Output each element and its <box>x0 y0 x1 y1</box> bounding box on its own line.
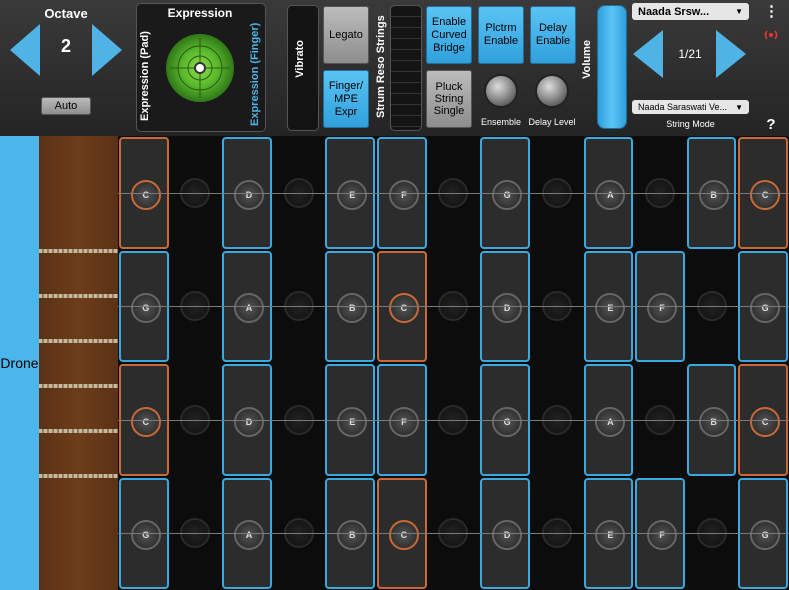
drone-strings-panel <box>39 136 118 590</box>
octave-title: Octave <box>44 6 88 21</box>
note-label: F <box>646 293 677 324</box>
note-label: A <box>595 406 626 437</box>
more-icon[interactable]: ⋮ <box>764 2 779 20</box>
note-label: D <box>234 406 265 437</box>
octave-value: 2 <box>60 36 71 56</box>
note-label: G <box>750 520 781 551</box>
note-label: C <box>130 406 161 437</box>
note-label: D <box>234 179 265 210</box>
preset-prev-arrow-icon[interactable] <box>633 30 663 78</box>
note-label: F <box>388 179 419 210</box>
drone-string[interactable] <box>39 384 118 388</box>
chevron-down-icon: ▼ <box>735 7 743 16</box>
ensemble-label: Ensemble <box>480 117 522 127</box>
string-mode-select[interactable]: Naada Saraswati Ve... ▼ <box>632 100 749 114</box>
note-label: A <box>234 520 265 551</box>
preset-next-arrow-icon[interactable] <box>716 30 746 78</box>
note-label: E <box>595 293 626 324</box>
note-label: G <box>130 293 161 324</box>
legato-button[interactable]: Legato <box>323 6 369 64</box>
drone-button[interactable]: Drone <box>0 136 39 590</box>
help-button[interactable]: ? <box>764 116 778 133</box>
note-label: B <box>337 293 368 324</box>
octave-down-arrow-icon[interactable] <box>10 24 40 76</box>
string-line <box>118 306 789 308</box>
plectrum-enable-button[interactable]: Plctrm Enable <box>478 6 524 64</box>
string-line <box>118 533 789 535</box>
octave-up-arrow-icon[interactable] <box>92 24 122 76</box>
note-label: C <box>750 179 781 210</box>
broadcast-icon[interactable] <box>764 28 778 42</box>
drone-string[interactable] <box>39 474 118 478</box>
note-label: B <box>698 406 729 437</box>
expression-cursor-icon <box>194 62 206 74</box>
preset-select[interactable]: Naada Srsw... ▼ <box>632 3 749 20</box>
expression-finger-label: Expression (Finger) <box>249 22 261 126</box>
note-label: D <box>492 520 523 551</box>
preset-name: Naada Srsw... <box>638 5 710 18</box>
note-label: D <box>492 293 523 324</box>
drone-string[interactable] <box>39 294 118 298</box>
pluck-string-single-button[interactable]: Pluck String Single <box>426 70 472 128</box>
note-label: G <box>750 293 781 324</box>
note-label: B <box>337 520 368 551</box>
drone-string[interactable] <box>39 339 118 343</box>
note-label: F <box>646 520 677 551</box>
preset-counter: 1/21 <box>678 47 702 61</box>
delay-level-label: Delay Level <box>528 117 576 127</box>
note-label: G <box>130 520 161 551</box>
string-mode-label: String Mode <box>666 119 715 129</box>
note-label: G <box>492 179 523 210</box>
delay-level-knob[interactable] <box>537 76 567 106</box>
note-label: C <box>750 406 781 437</box>
drone-string[interactable] <box>39 249 118 253</box>
string-line <box>118 419 789 421</box>
note-label: E <box>595 520 626 551</box>
note-label: E <box>337 406 368 437</box>
vibrato-label: Vibrato <box>294 40 306 78</box>
volume-slider[interactable] <box>597 5 627 129</box>
expression-title: Expression <box>167 6 233 20</box>
expression-xy-pad[interactable] <box>166 34 234 102</box>
note-label: C <box>388 520 419 551</box>
note-label: B <box>698 179 729 210</box>
ensemble-knob[interactable] <box>486 76 516 106</box>
chevron-down-icon: ▼ <box>735 102 743 112</box>
fret-grid: CDEFGABCGABCDEFGCDEFGABCGABCDEFG <box>118 136 789 590</box>
string-line <box>118 192 789 194</box>
strum-reso-label: Strum Reso Strings <box>375 15 387 119</box>
note-label: E <box>337 179 368 210</box>
strum-reso-strings-pad[interactable] <box>390 5 422 131</box>
string-mode-value: Naada Saraswati Ve... <box>638 102 728 112</box>
note-label: F <box>388 406 419 437</box>
finger-mpe-button[interactable]: Finger/ MPE Expr <box>323 70 369 128</box>
drone-string[interactable] <box>39 429 118 433</box>
curved-bridge-button[interactable]: Enable Curved Bridge <box>426 6 472 64</box>
octave-auto-button[interactable]: Auto <box>41 97 91 115</box>
drone-label: Drone <box>0 354 39 371</box>
expression-pad-label: Expression (Pad) <box>139 31 151 121</box>
note-label: A <box>595 179 626 210</box>
note-label: G <box>492 406 523 437</box>
note-label: A <box>234 293 265 324</box>
note-label: C <box>388 293 419 324</box>
note-label: C <box>130 179 161 210</box>
delay-enable-button[interactable]: Delay Enable <box>530 6 576 64</box>
volume-label: Volume <box>581 40 593 79</box>
